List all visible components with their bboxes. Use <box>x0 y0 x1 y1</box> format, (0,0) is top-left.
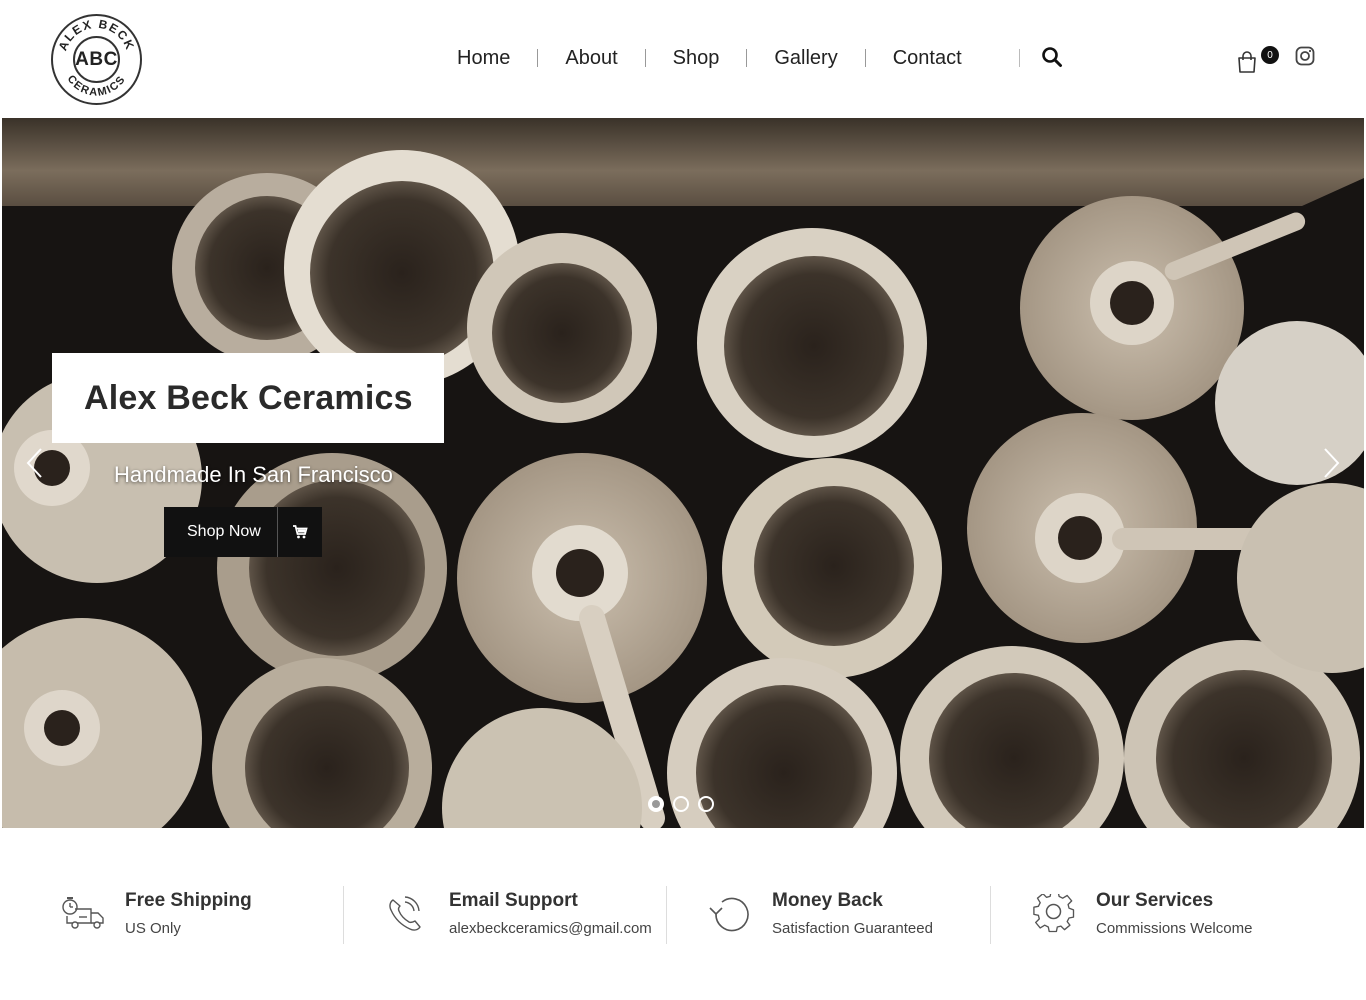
site-logo[interactable]: ALEX BECK CERAMICS ABC <box>51 14 142 105</box>
site-header: ALEX BECK CERAMICS ABC Home About Shop G… <box>0 0 1366 118</box>
feature-subtitle: Commissions Welcome <box>1096 920 1253 937</box>
search-divider <box>1019 49 1020 67</box>
delivery-truck-icon <box>62 897 104 929</box>
feature-free-shipping: Free Shipping US Only <box>59 884 329 944</box>
main-nav: Home About Shop Gallery Contact <box>430 44 989 72</box>
feature-title: Free Shipping <box>125 890 252 911</box>
search-icon[interactable] <box>1041 46 1063 68</box>
nav-contact[interactable]: Contact <box>866 47 989 70</box>
phone-icon <box>389 896 421 931</box>
logo-monogram: ABC <box>73 36 120 83</box>
instagram-icon[interactable] <box>1295 46 1315 66</box>
feature-email-support: Email Support alexbeckceramics@gmail.com <box>383 884 663 944</box>
features-bar: Free Shipping US Only Email Support alex… <box>0 870 1366 960</box>
slider-dot-1[interactable] <box>648 796 664 812</box>
feature-subtitle: Satisfaction Guaranteed <box>772 920 933 937</box>
hero-subtitle: Handmade In San Francisco <box>114 462 393 487</box>
hero-slider: Alex Beck Ceramics Handmade In San Franc… <box>2 118 1364 828</box>
shop-now-button[interactable]: Shop Now <box>164 507 322 557</box>
slider-dot-3[interactable] <box>698 796 714 812</box>
feature-title: Money Back <box>772 890 883 911</box>
slider-dot-2[interactable] <box>673 796 689 812</box>
feature-divider <box>666 886 667 944</box>
slider-prev-arrow-icon[interactable] <box>24 446 46 480</box>
feature-title: Our Services <box>1096 890 1214 911</box>
cart-icon <box>293 525 308 539</box>
feature-money-back: Money Back Satisfaction Guaranteed <box>706 884 976 944</box>
feature-title: Email Support <box>449 890 578 911</box>
feature-divider <box>990 886 991 944</box>
nav-about[interactable]: About <box>538 47 644 70</box>
gear-icon <box>1033 894 1075 933</box>
support-email[interactable]: alexbeckceramics@gmail.com <box>449 920 652 937</box>
feature-our-services: Our Services Commissions Welcome <box>1030 884 1330 944</box>
nav-shop[interactable]: Shop <box>646 47 747 70</box>
hero-title-box: Alex Beck Ceramics <box>52 353 444 443</box>
slider-next-arrow-icon[interactable] <box>1320 446 1342 480</box>
feature-subtitle: US Only <box>125 920 181 937</box>
refresh-icon <box>709 897 749 932</box>
feature-divider <box>343 886 344 944</box>
nav-home[interactable]: Home <box>430 47 537 70</box>
slider-pagination <box>648 796 714 812</box>
hero-title: Alex Beck Ceramics <box>84 378 413 417</box>
shopping-bag-icon[interactable] <box>1236 50 1258 74</box>
nav-gallery[interactable]: Gallery <box>747 47 864 70</box>
shop-now-label: Shop Now <box>187 523 261 540</box>
cart-count-badge: 0 <box>1261 46 1279 64</box>
